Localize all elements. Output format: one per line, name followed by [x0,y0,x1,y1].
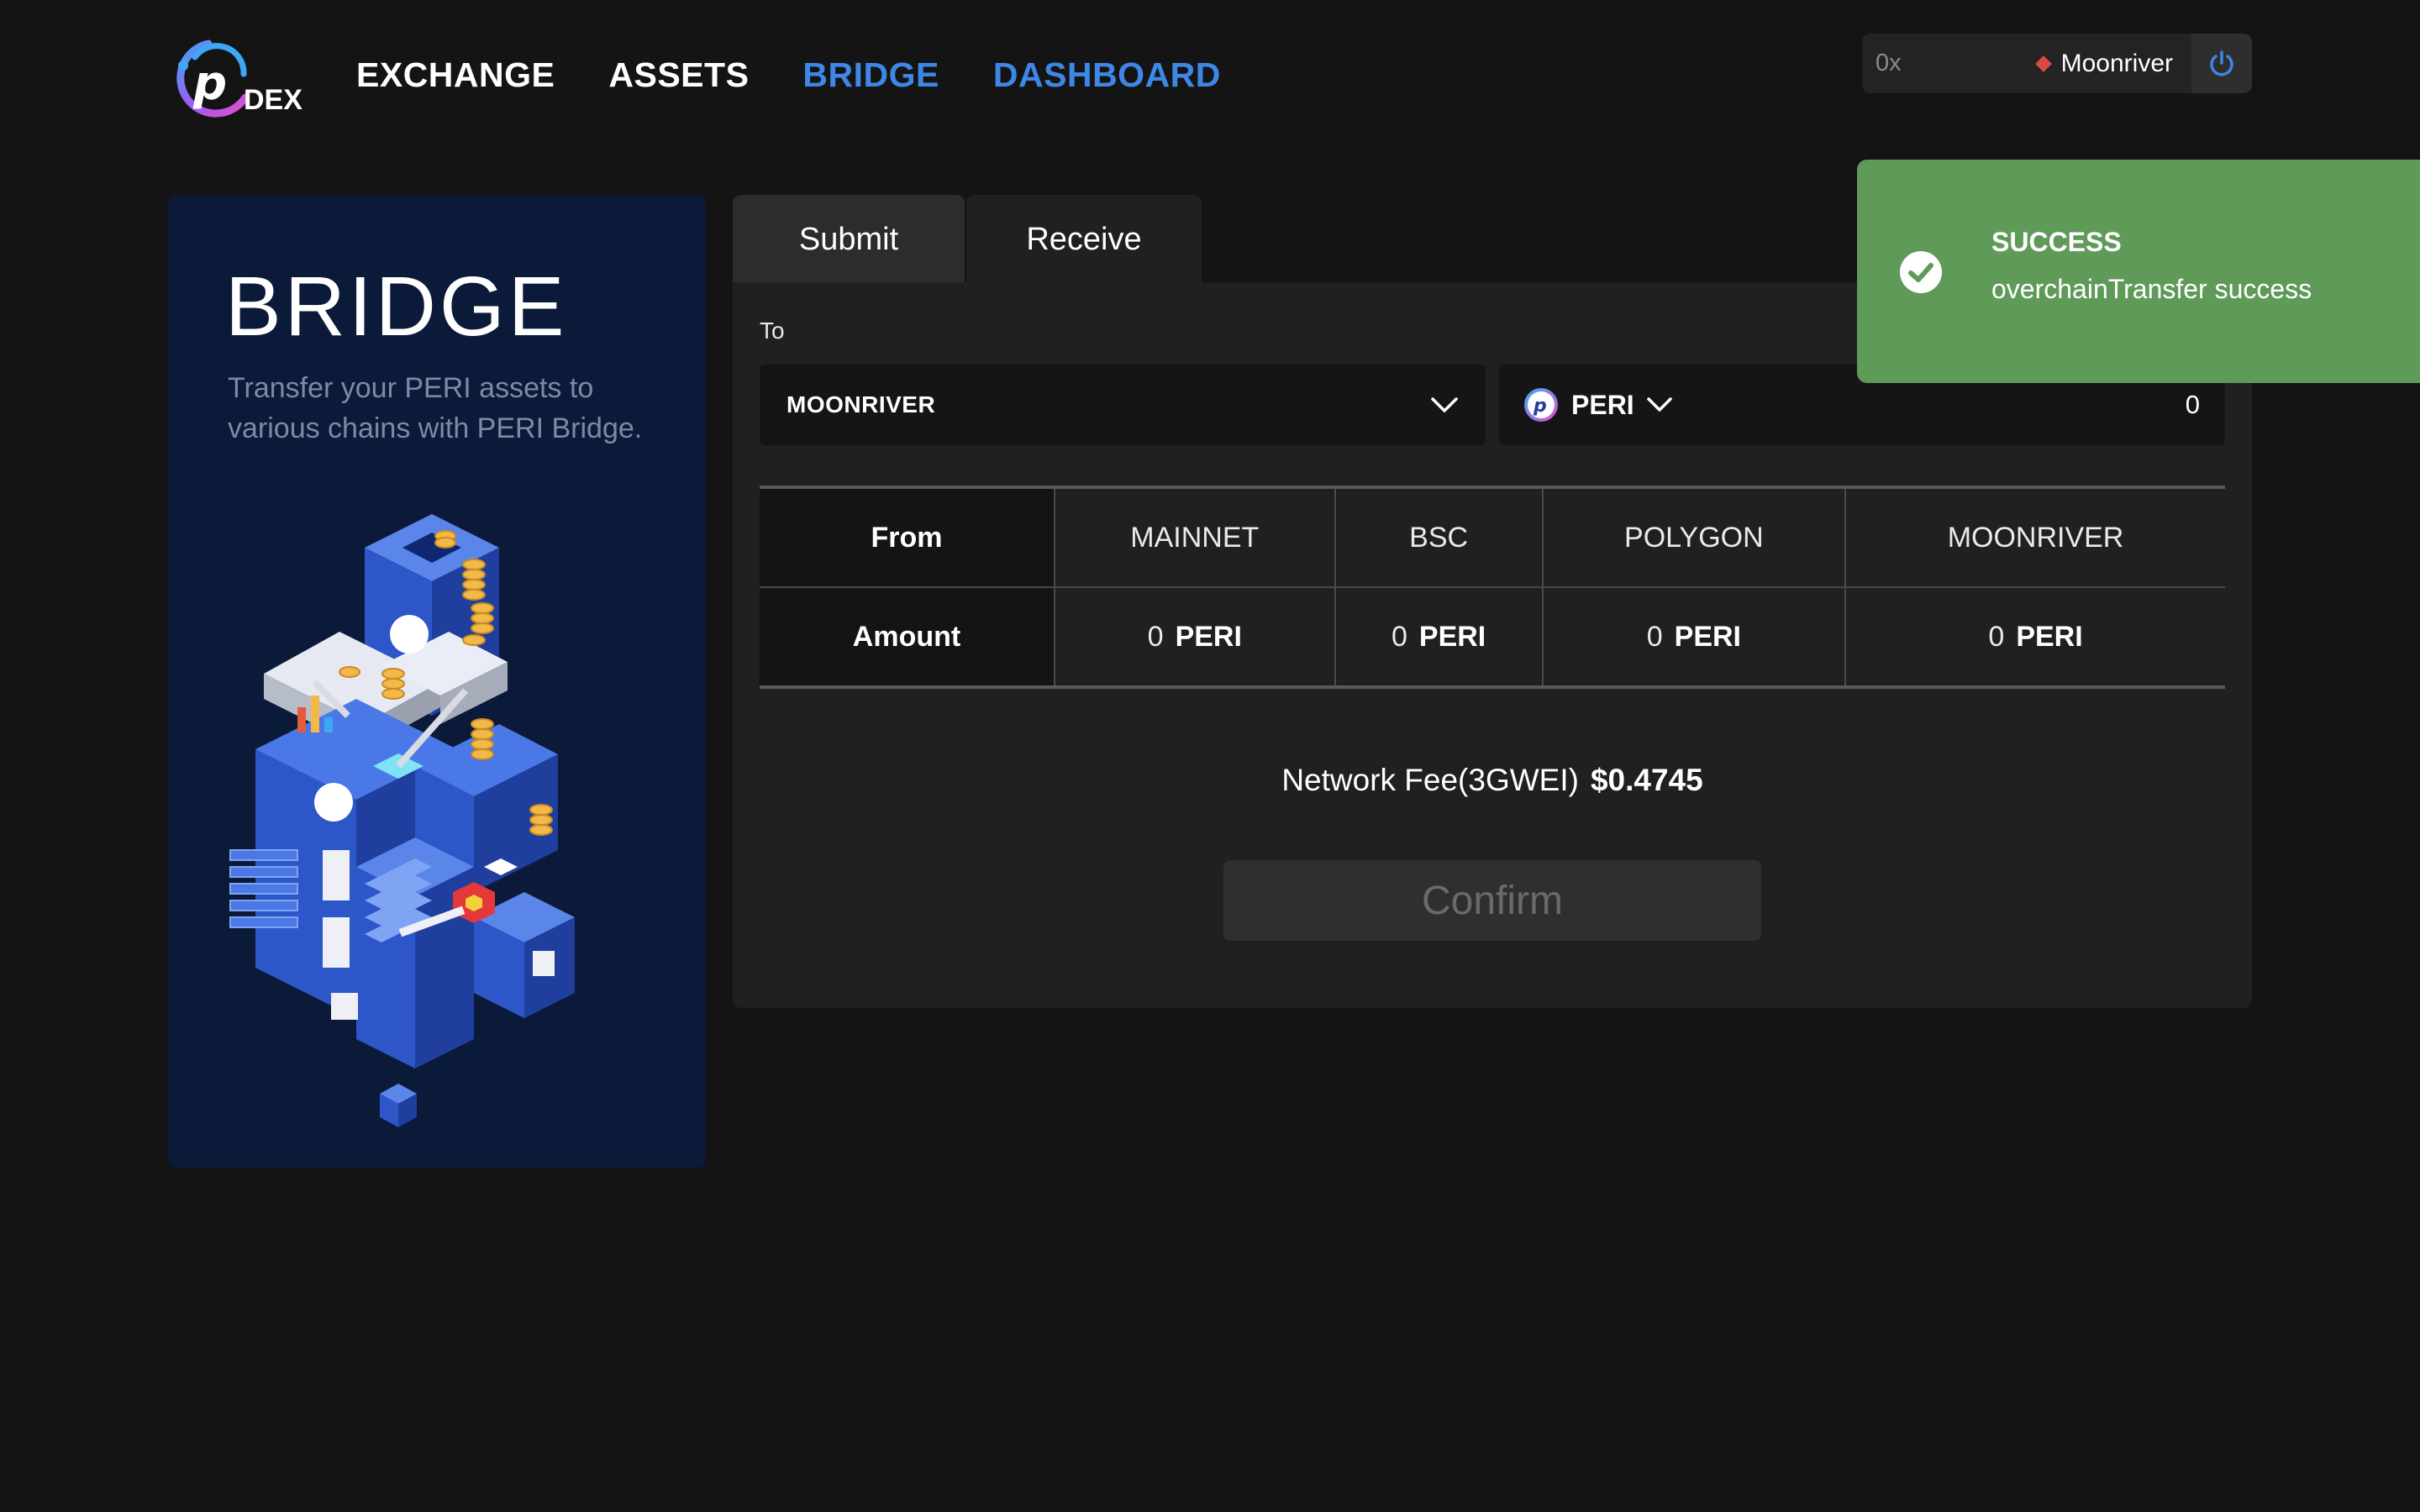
chain-polygon[interactable]: POLYGON [1541,487,1847,588]
main-nav: EXCHANGE ASSETS BRIDGE DASHBOARD [356,55,1221,95]
bridge-illustration-image [229,514,575,1127]
success-toast[interactable]: SUCCESS overchainTransfer success [1857,160,2420,383]
chain-balances-table: From MAINNET BSC POLYGON MOONRIVER Amoun… [760,486,2225,689]
chain-moonriver[interactable]: MOONRIVER [1844,487,2225,588]
amount-unit: PERI [1674,620,1741,653]
page-description: Transfer your PERI assets to various cha… [228,372,643,444]
nav-dashboard[interactable]: DASHBOARD [993,55,1221,95]
chevron-down-icon [1646,397,1672,412]
nav-bridge[interactable]: BRIDGE [802,55,939,95]
network-dot-icon [2034,55,2052,72]
nav-exchange[interactable]: EXCHANGE [356,55,555,95]
power-icon [2210,50,2233,76]
chevron-down-icon [1431,397,1458,412]
peri-token-icon: p [1524,388,1558,422]
power-button[interactable] [2191,34,2252,93]
amount-bsc-cell: 0 PERI [1334,586,1544,687]
network-fee-label: Network Fee(3GWEI) [1281,763,1579,797]
logo-dex-label: DEX [244,84,302,116]
peri-dex-logo[interactable]: p DEX [165,34,308,128]
svg-text:p: p [192,56,227,111]
nav-assets[interactable]: ASSETS [608,55,749,95]
network-indicator[interactable]: Moonriver [2034,49,2173,78]
amount-input[interactable] [1946,389,2202,421]
svg-text:p: p [1533,396,1547,417]
amount-mainnet-cell: 0 PERI [1054,586,1336,687]
network-name: Moonriver [2060,49,2173,77]
amount-polygon-cell: 0 PERI [1541,586,1847,687]
destination-network-value: MOONRIVER [786,391,936,417]
tab-receive-label: Receive [1026,221,1142,257]
table-row: From MAINNET BSC POLYGON MOONRIVER [760,487,2225,588]
toast-message: overchainTransfer success [1991,274,2312,304]
network-fee: Network Fee(3GWEI) $0.4745 [733,763,2252,798]
toast-title: SUCCESS [1991,227,2122,257]
destination-network-select[interactable]: MOONRIVER [760,365,1486,445]
amount-unit: PERI [2016,620,2083,653]
check-circle-icon [1900,251,1942,293]
token-select[interactable]: p PERI [1523,386,1946,423]
network-fee-value: $0.4745 [1590,763,1703,797]
tab-submit[interactable]: Submit [733,195,965,284]
amount-moonriver-cell: 0 PERI [1844,586,2225,687]
chain-mainnet[interactable]: MAINNET [1054,487,1336,588]
table-row: Amount 0 PERI 0 PERI 0 PERI 0 PERI [760,586,2225,687]
amount-value: 0 [1147,620,1164,653]
amount-header: Amount [760,586,1055,687]
page-title: BRIDGE [225,260,568,354]
bridge-info-panel: BRIDGE Transfer your PERI assets to vari… [168,195,706,1168]
token-symbol: PERI [1571,389,1634,420]
wallet-widget[interactable]: 0x Moonriver [1862,34,2252,93]
from-header: From [760,487,1055,588]
bridge-form-card: To MOONRIVER p PERI Fr [733,282,2252,1008]
amount-value: 0 [1988,620,2005,653]
chain-bsc[interactable]: BSC [1334,487,1544,588]
confirm-button[interactable]: Confirm [1223,860,1761,941]
amount-unit: PERI [1175,620,1242,653]
amount-value: 0 [1391,620,1407,653]
tab-receive[interactable]: Receive [966,195,1202,284]
amount-unit: PERI [1418,620,1486,653]
wallet-address: 0x [1876,50,1902,76]
amount-value: 0 [1646,620,1663,653]
to-label: To [760,318,785,344]
tab-submit-label: Submit [798,221,899,257]
